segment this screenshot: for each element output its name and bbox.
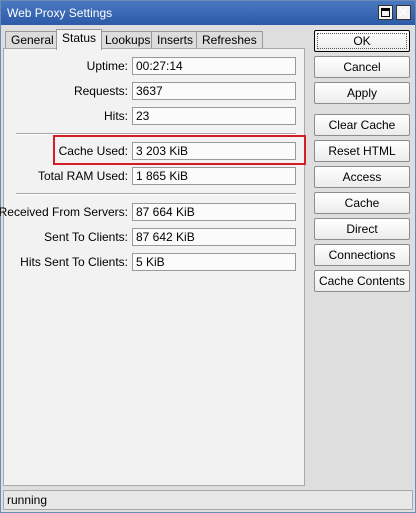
reset-html-button[interactable]: Reset HTML [314, 140, 410, 162]
highlight-box [53, 135, 306, 165]
tab-inserts[interactable]: Inserts [151, 31, 200, 49]
total-ram-field[interactable]: 1 865 KiB [132, 167, 296, 185]
total-ram-label: Total RAM Used: [37, 169, 128, 183]
apply-button[interactable]: Apply [314, 82, 410, 104]
uptime-label: Uptime: [86, 59, 128, 73]
requests-field[interactable]: 3637 [132, 82, 296, 100]
status-panel: Uptime: 00:27:14 Requests: 3637 Hits: 23… [0, 48, 306, 486]
hits-field[interactable]: 23 [132, 107, 296, 125]
tab-general[interactable]: General [5, 31, 60, 49]
hits-label: Hits: [104, 109, 128, 123]
received-field[interactable]: 87 664 KiB [132, 203, 296, 221]
access-button[interactable]: Access [314, 166, 410, 188]
clear-cache-button[interactable]: Clear Cache [314, 114, 410, 136]
total-ram-row: Total RAM Used: 1 865 KiB [4, 167, 304, 185]
uptime-field[interactable]: 00:27:14 [132, 57, 296, 75]
direct-button[interactable]: Direct [314, 218, 410, 240]
tab-lookups[interactable]: Lookups [99, 31, 157, 49]
hits-sent-row: Hits Sent To Clients: 5 KiB [4, 253, 304, 271]
separator [16, 193, 296, 195]
hits-sent-label: Hits Sent To Clients: [20, 255, 128, 269]
received-label: Received From Servers: [0, 205, 128, 219]
requests-row: Requests: 3637 [4, 82, 304, 100]
tab-status[interactable]: Status [56, 29, 103, 50]
cancel-button[interactable]: Cancel [314, 56, 410, 78]
cache-button[interactable]: Cache [314, 192, 410, 214]
requests-label: Requests: [73, 84, 128, 98]
ok-button[interactable]: OK [314, 30, 410, 52]
status-bar: running [3, 490, 413, 510]
window-title: Web Proxy Settings [7, 6, 113, 20]
web-proxy-settings-window: Web Proxy Settings ✕ General Status Look… [0, 0, 416, 513]
cache-contents-button[interactable]: Cache Contents [314, 270, 410, 292]
uptime-row: Uptime: 00:27:14 [4, 57, 304, 75]
received-row: Received From Servers: 87 664 KiB [0, 203, 304, 221]
restore-icon[interactable] [378, 5, 393, 20]
sent-row: Sent To Clients: 87 642 KiB [4, 228, 304, 246]
sent-label: Sent To Clients: [44, 230, 128, 244]
sent-field[interactable]: 87 642 KiB [132, 228, 296, 246]
connections-button[interactable]: Connections [314, 244, 410, 266]
hits-sent-field[interactable]: 5 KiB [132, 253, 296, 271]
close-icon[interactable]: ✕ [396, 5, 411, 20]
title-bar: Web Proxy Settings ✕ [1, 1, 415, 25]
hits-row: Hits: 23 [4, 107, 304, 125]
tab-refreshes[interactable]: Refreshes [196, 31, 263, 49]
